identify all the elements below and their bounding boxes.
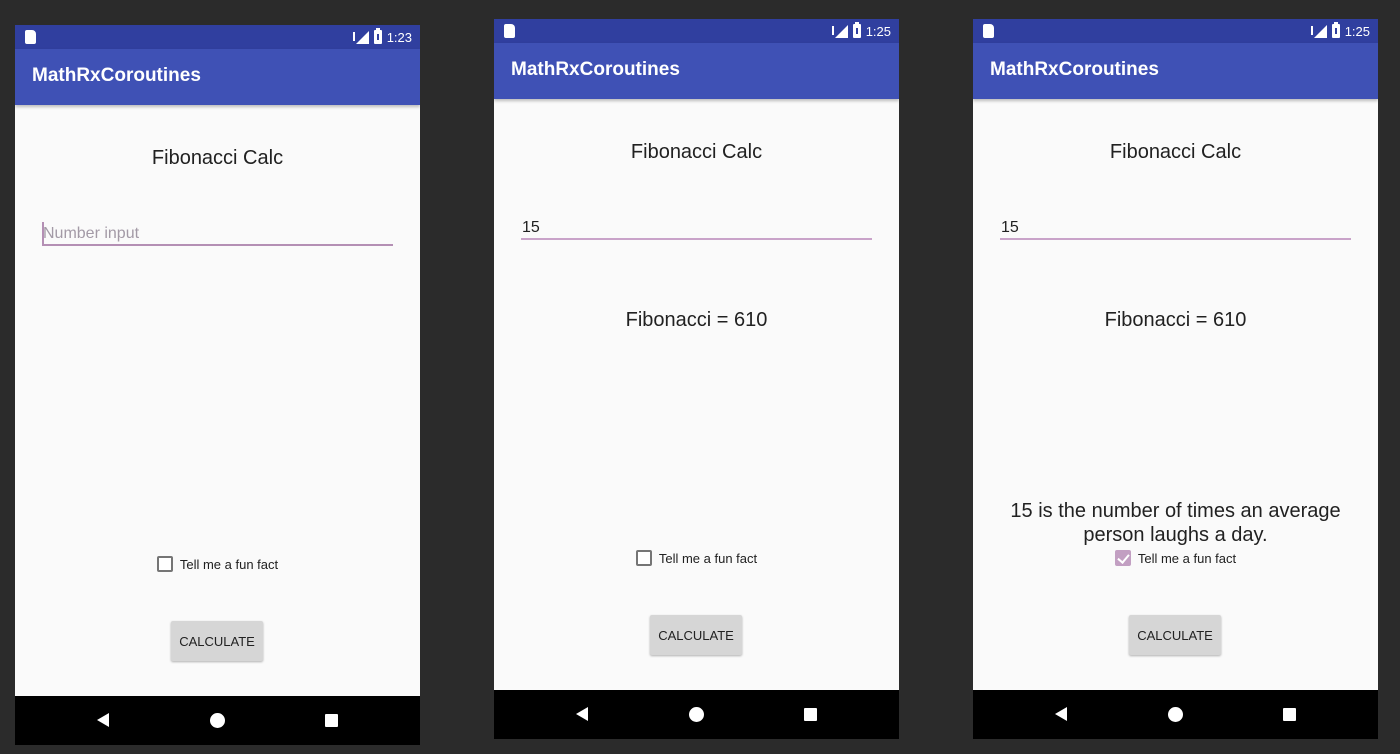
checkbox-label: Tell me a fun fact [179,556,279,572]
signal-icon [352,30,369,44]
calculate-button[interactable]: CALCULATE [1129,615,1221,655]
phone-screen-1: 1:23 MathRxCoroutines Fibonacci Calc Tel… [15,25,420,745]
recents-icon[interactable] [1283,708,1296,721]
fun-fact-checkbox[interactable] [156,556,173,572]
nav-bar [15,696,420,745]
app-title: MathRxCoroutines [511,59,680,80]
phone-screen-2: 1:25 MathRxCoroutines Fibonacci Calc Fib… [494,19,899,739]
calculate-button[interactable]: CALCULATE [650,615,742,655]
main-content: Fibonacci Calc Tell me a fun fact CALCUL… [15,105,420,696]
home-icon[interactable] [210,713,225,728]
fun-fact-checkbox[interactable] [635,550,652,566]
input-underline [42,244,393,246]
fun-fact-checkbox-row[interactable]: Tell me a fun fact [973,550,1378,566]
page-title: Fibonacci Calc [151,147,284,169]
status-bar: 1:25 [494,19,899,43]
battery-icon [852,22,861,38]
text-cursor [42,222,44,244]
fun-fact-checkbox-row[interactable]: Tell me a fun fact [494,550,899,566]
recents-icon[interactable] [325,714,338,727]
nav-bar [973,690,1378,739]
main-content: Fibonacci Calc Fibonacci = 610 Tell me a… [494,99,899,690]
fun-fact-checkbox-row[interactable]: Tell me a fun fact [15,556,420,572]
page-title: Fibonacci Calc [630,141,763,163]
battery-icon [373,28,382,44]
main-content: Fibonacci Calc Fibonacci = 610 15 is the… [973,99,1378,690]
checkbox-label: Tell me a fun fact [658,550,758,566]
status-time: 1:25 [865,23,891,39]
app-title: MathRxCoroutines [990,59,1159,80]
status-time: 1:25 [1344,23,1370,39]
nav-bar [494,690,899,739]
app-bar: MathRxCoroutines [494,43,899,99]
back-icon[interactable] [576,707,588,721]
checkbox-label: Tell me a fun fact [1137,550,1237,566]
back-icon[interactable] [1055,707,1067,721]
result-text: Fibonacci = 610 [1104,309,1247,331]
phone-screen-3: 1:25 MathRxCoroutines Fibonacci Calc Fib… [973,19,1378,739]
sd-card-icon [983,24,994,38]
fun-fact-text: 15 is the number of times an average per… [1010,500,1341,546]
battery-icon [1331,22,1340,38]
page-title: Fibonacci Calc [1109,141,1242,163]
back-icon[interactable] [97,713,109,727]
signal-icon [831,24,848,38]
calculate-button[interactable]: CALCULATE [171,621,263,661]
app-bar: MathRxCoroutines [15,49,420,105]
fun-fact-checkbox[interactable] [1114,550,1131,566]
sd-card-icon [25,30,36,44]
input-underline [521,238,872,240]
input-underline [1000,238,1351,240]
app-bar: MathRxCoroutines [973,43,1378,99]
result-text: Fibonacci = 610 [625,309,768,331]
status-bar: 1:25 [973,19,1378,43]
signal-icon [1310,24,1327,38]
home-icon[interactable] [689,707,704,722]
recents-icon[interactable] [804,708,817,721]
status-time: 1:23 [386,29,412,45]
sd-card-icon [504,24,515,38]
status-bar: 1:23 [15,25,420,49]
app-title: MathRxCoroutines [32,65,201,86]
home-icon[interactable] [1168,707,1183,722]
